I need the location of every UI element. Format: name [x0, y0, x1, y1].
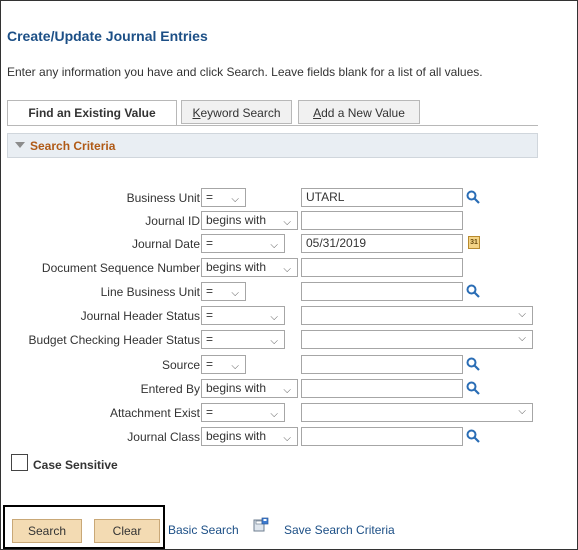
chevron-down-icon: ⌵ — [231, 288, 239, 299]
basic-search-link[interactable]: Basic Search — [168, 523, 239, 537]
save-search-icon[interactable] — [253, 517, 269, 533]
line-business-unit-operator[interactable]: = ⌵ — [201, 282, 246, 301]
journal-class-input[interactable] — [301, 427, 463, 446]
source-operator[interactable]: = ⌵ — [201, 355, 246, 374]
budget-checking-header-status-operator[interactable]: = ⌵ — [201, 330, 285, 349]
clear-button[interactable]: Clear — [94, 519, 160, 543]
section-title: Search Criteria — [30, 139, 116, 153]
chevron-down-icon: ⌵ — [270, 336, 278, 347]
source-input[interactable] — [301, 355, 463, 374]
document-sequence-number-input[interactable] — [301, 258, 463, 277]
journal-date-input[interactable]: 05/31/2019 — [301, 234, 463, 253]
business-unit-operator[interactable]: = ⌵ — [201, 188, 246, 207]
operator-value: = — [206, 308, 214, 322]
chevron-down-icon: ⌵ — [270, 240, 278, 251]
journal-class-label: Journal Class — [127, 430, 200, 444]
journal-id-input[interactable] — [301, 211, 463, 230]
page-title: Create/Update Journal Entries — [7, 28, 208, 44]
row-budget-checking-header-status: Budget Checking Header Status = ⌵ ⌵ — [0, 330, 578, 350]
operator-value: = — [206, 284, 214, 298]
tab-find-existing-value[interactable]: Find an Existing Value — [7, 100, 177, 126]
document-sequence-number-operator[interactable]: begins with ⌵ — [201, 258, 298, 277]
journal-date-label: Journal Date — [131, 237, 200, 251]
journal-id-label: Journal ID — [145, 214, 200, 228]
journal-header-status-operator[interactable]: = ⌵ — [201, 306, 285, 325]
chevron-down-icon: ⌵ — [270, 409, 278, 420]
chevron-down-icon: ⌵ — [518, 309, 526, 320]
instructions: Enter any information you have and click… — [7, 65, 483, 79]
operator-value: begins with — [206, 381, 267, 395]
row-journal-id: Journal ID begins with ⌵ — [0, 211, 578, 231]
operator-value: = — [206, 405, 214, 419]
tab-keyword-search[interactable]: Keyword Search — [181, 100, 292, 124]
line-business-unit-label: Line Business Unit — [100, 285, 200, 299]
save-search-criteria-link[interactable]: Save Search Criteria — [284, 523, 395, 537]
chevron-down-icon: ⌵ — [231, 194, 239, 205]
row-attachment-exist: Attachment Exist = ⌵ ⌵ — [0, 403, 578, 423]
case-sensitive-checkbox[interactable] — [11, 454, 28, 471]
document-sequence-number-label: Document Sequence Number — [41, 261, 200, 275]
case-sensitive-label: Case Sensitive — [33, 458, 118, 472]
row-line-business-unit: Line Business Unit = ⌵ — [0, 282, 578, 302]
row-entered-by: Entered By begins with ⌵ — [0, 379, 578, 399]
chevron-down-icon: ⌵ — [231, 361, 239, 372]
tab-divider — [7, 125, 538, 126]
chevron-down-icon: ⌵ — [270, 312, 278, 323]
entered-by-input[interactable] — [301, 379, 463, 398]
row-document-sequence-number: Document Sequence Number begins with ⌵ — [0, 258, 578, 278]
operator-value: = — [206, 236, 214, 250]
tab-label-accesskey: A — [313, 106, 322, 120]
calendar-icon[interactable]: 31 — [468, 236, 480, 249]
attachment-exist-operator[interactable]: = ⌵ — [201, 403, 285, 422]
magnifier-icon[interactable] — [466, 381, 480, 395]
chevron-down-icon: ⌵ — [518, 333, 526, 344]
entered-by-operator[interactable]: begins with ⌵ — [201, 379, 298, 398]
journal-class-operator[interactable]: begins with ⌵ — [201, 427, 298, 446]
operator-value: begins with — [206, 213, 267, 227]
search-button[interactable]: Search — [12, 519, 82, 543]
business-unit-label: Business Unit — [126, 191, 200, 205]
journal-date-operator[interactable]: = ⌵ — [201, 234, 285, 253]
magnifier-icon[interactable] — [466, 190, 480, 204]
journal-header-status-label: Journal Header Status — [80, 309, 200, 323]
chevron-down-icon: ⌵ — [283, 385, 291, 396]
journal-id-operator[interactable]: begins with ⌵ — [201, 211, 298, 230]
journal-header-status-select[interactable]: ⌵ — [301, 306, 533, 325]
search-criteria-header[interactable]: Search Criteria — [7, 133, 538, 158]
chevron-down-icon: ⌵ — [283, 217, 291, 228]
entered-by-label: Entered By — [140, 382, 200, 396]
attachment-exist-label: Attachment Exist — [109, 406, 200, 420]
budget-checking-header-status-label: Budget Checking Header Status — [28, 333, 200, 347]
row-business-unit: Business Unit = ⌵ UTARL — [0, 188, 578, 208]
collapse-triangle-icon — [15, 142, 25, 148]
chevron-down-icon: ⌵ — [283, 264, 291, 275]
source-label: Source — [161, 358, 200, 372]
attachment-exist-select[interactable]: ⌵ — [301, 403, 533, 422]
magnifier-icon[interactable] — [466, 284, 480, 298]
line-business-unit-input[interactable] — [301, 282, 463, 301]
row-source: Source = ⌵ — [0, 355, 578, 375]
budget-checking-header-status-select[interactable]: ⌵ — [301, 330, 533, 349]
row-journal-date: Journal Date = ⌵ 05/31/2019 31 — [0, 234, 578, 254]
tab-label-rest: eyword Search — [200, 106, 281, 120]
row-journal-class: Journal Class begins with ⌵ — [0, 427, 578, 447]
chevron-down-icon: ⌵ — [518, 406, 526, 417]
operator-value: = — [206, 357, 214, 371]
magnifier-icon[interactable] — [466, 357, 480, 371]
magnifier-icon[interactable] — [466, 429, 480, 443]
tab-label-rest: dd a New Value — [321, 106, 405, 120]
tab-label: Find an Existing Value — [28, 106, 156, 120]
operator-value: begins with — [206, 260, 267, 274]
operator-value: = — [206, 190, 214, 204]
operator-value: = — [206, 332, 214, 346]
business-unit-input[interactable]: UTARL — [301, 188, 463, 207]
chevron-down-icon: ⌵ — [283, 433, 291, 444]
row-journal-header-status: Journal Header Status = ⌵ ⌵ — [0, 306, 578, 326]
tab-add-new-value[interactable]: Add a New Value — [298, 100, 420, 124]
operator-value: begins with — [206, 429, 267, 443]
